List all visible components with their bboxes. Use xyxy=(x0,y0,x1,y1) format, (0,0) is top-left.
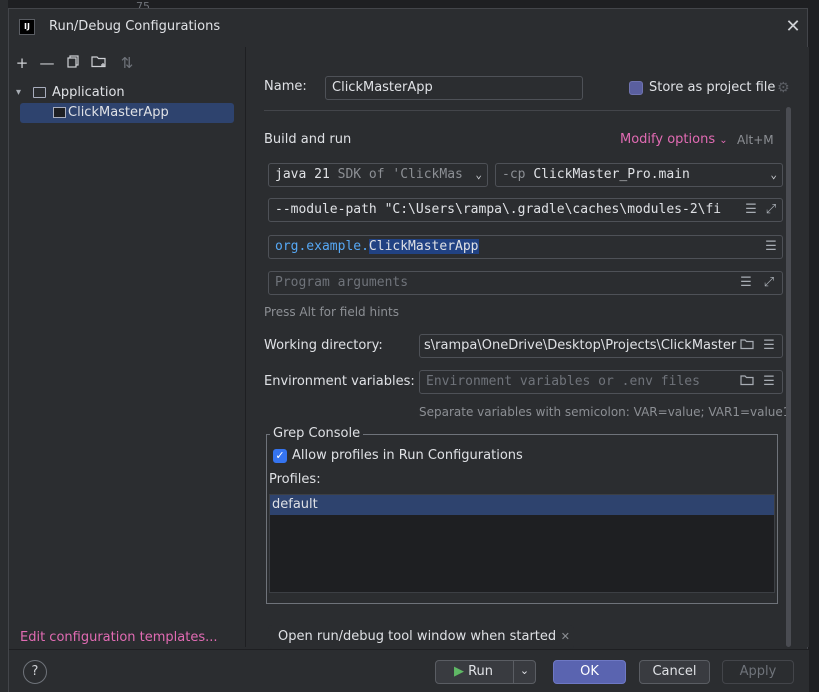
browse-main-class-icon[interactable]: ☰ xyxy=(763,239,779,255)
configuration-form: Name: ClickMasterApp Store as project fi… xyxy=(249,47,809,649)
chevron-down-icon: ⌄ xyxy=(475,168,482,181)
chevron-down-icon: ⌄ xyxy=(719,135,728,146)
help-button[interactable]: ? xyxy=(23,660,47,684)
chevron-down-icon[interactable]: ▾ xyxy=(16,83,21,103)
run-debug-dialog: IJ Run/Debug Configurations ✕ + — ⇅ ▾ Ap… xyxy=(8,8,809,692)
store-as-project-file-checkbox[interactable] xyxy=(629,81,643,95)
profiles-list[interactable]: default xyxy=(269,494,775,593)
expand-list-icon[interactable]: ☰ xyxy=(743,202,759,218)
settings-gear-icon[interactable]: ⚙ xyxy=(777,80,790,96)
folder-icon[interactable] xyxy=(739,374,755,390)
tree-item-clickmasterapp[interactable]: ClickMasterApp xyxy=(20,103,234,123)
allow-profiles-checkbox[interactable]: ✓ xyxy=(273,449,287,463)
edit-env-list-icon[interactable]: ☰ xyxy=(761,374,777,390)
jdk-select[interactable]: java 21 SDK of 'ClickMas ⌄ xyxy=(268,163,488,187)
modify-options-link[interactable]: Modify options ⌄ xyxy=(620,132,728,147)
main-class-input[interactable]: org.example.ClickMasterApp xyxy=(268,235,783,259)
new-folder-icon[interactable] xyxy=(89,53,109,73)
macro-list-icon[interactable]: ☰ xyxy=(761,338,777,354)
intellij-app-icon: IJ xyxy=(19,19,35,35)
ok-button[interactable]: OK xyxy=(553,660,626,684)
environment-hint-text: Separate variables with semicolon: VAR=v… xyxy=(419,405,791,419)
classpath-select[interactable]: -cp ClickMaster_Pro.main ⌄ xyxy=(495,163,783,187)
configurations-tree-panel: + — ⇅ ▾ Application ClickMasterApp Edit … xyxy=(9,47,246,647)
profiles-label: Profiles: xyxy=(269,472,321,487)
edit-templates-link[interactable]: Edit configuration templates... xyxy=(20,630,218,645)
title-bar: IJ Run/Debug Configurations ✕ xyxy=(9,9,809,47)
modify-options-shortcut: Alt+M xyxy=(737,133,774,147)
sort-icon[interactable]: ⇅ xyxy=(117,53,137,73)
expand-list-icon[interactable]: ☰ xyxy=(738,275,754,291)
profile-item-default[interactable]: default xyxy=(270,495,774,515)
minus-icon[interactable]: — xyxy=(37,53,57,73)
build-and-run-heading: Build and run xyxy=(264,132,352,147)
program-arguments-input[interactable]: Program arguments xyxy=(268,271,783,295)
grep-console-title: Grep Console xyxy=(270,426,364,441)
chevron-down-icon: ⌄ xyxy=(770,168,777,181)
tree-group-application[interactable]: ▾ Application xyxy=(9,83,246,103)
run-button[interactable]: ▶ Run ⌄ xyxy=(435,660,536,684)
close-icon[interactable]: ✕ xyxy=(783,17,803,37)
name-divider xyxy=(264,110,780,111)
chevron-down-icon[interactable]: ⌄ xyxy=(513,660,535,684)
open-tool-window-chip[interactable]: Open run/debug tool window when started … xyxy=(268,625,574,649)
plus-icon[interactable]: + xyxy=(12,53,32,73)
vm-options-input[interactable]: --module-path "C:\Users\rampa\.gradle\ca… xyxy=(268,198,783,222)
background-ide-left xyxy=(0,0,8,692)
apply-button[interactable]: Apply xyxy=(722,660,794,684)
environment-variables-input[interactable]: Environment variables or .env files xyxy=(419,370,783,394)
run-button-label: Run xyxy=(468,664,494,679)
field-hints-text: Press Alt for field hints xyxy=(264,305,399,319)
application-icon xyxy=(33,87,46,98)
working-directory-label: Working directory: xyxy=(264,338,383,353)
name-input[interactable]: ClickMasterApp xyxy=(325,76,583,100)
copy-icon[interactable] xyxy=(63,53,83,73)
folder-icon[interactable] xyxy=(739,338,755,354)
tree-item-label: ClickMasterApp xyxy=(68,105,169,120)
button-bar: ? ▶ Run ⌄ OK Cancel Apply xyxy=(9,649,809,692)
allow-profiles-label: Allow profiles in Run Configurations xyxy=(292,448,523,463)
application-config-icon xyxy=(53,107,66,118)
environment-variables-label: Environment variables: xyxy=(264,374,415,389)
tree-group-label: Application xyxy=(52,85,125,100)
modify-options-label: Modify options xyxy=(620,132,716,147)
expand-field-icon[interactable]: ⤢ xyxy=(763,202,779,218)
dialog-title: Run/Debug Configurations xyxy=(49,19,221,34)
store-as-project-file-label: Store as project file xyxy=(649,80,776,95)
name-label: Name: xyxy=(264,79,307,94)
background-ide-right xyxy=(808,0,819,692)
expand-field-icon[interactable]: ⤢ xyxy=(761,275,777,291)
run-play-icon: ▶ xyxy=(453,664,464,679)
remove-option-icon[interactable]: ✕ xyxy=(561,625,570,649)
form-scrollbar[interactable] xyxy=(786,107,791,647)
working-directory-input[interactable]: s\rampa\OneDrive\Desktop\Projects\ClickM… xyxy=(419,334,783,358)
cancel-button[interactable]: Cancel xyxy=(639,660,710,684)
open-tool-window-label: Open run/debug tool window when started xyxy=(278,629,557,644)
